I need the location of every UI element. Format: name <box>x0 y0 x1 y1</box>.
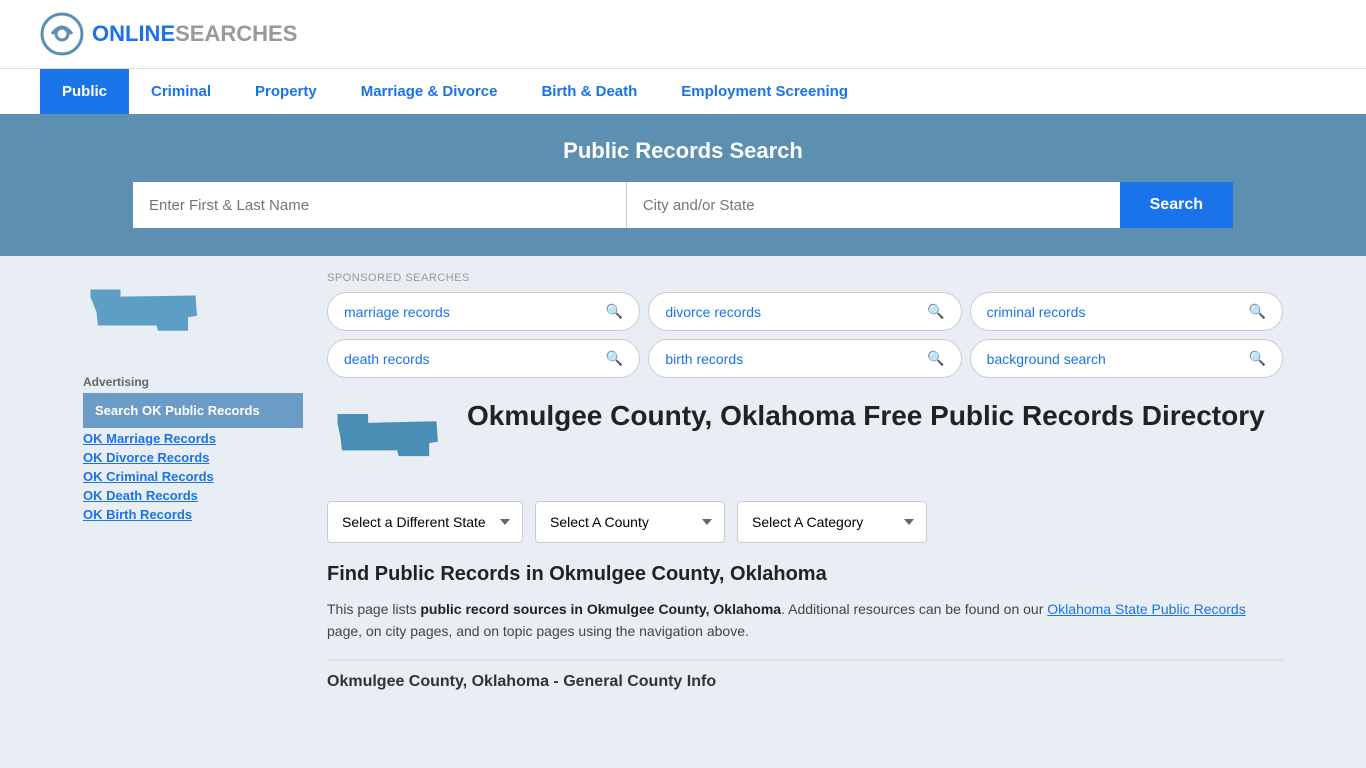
pill-criminal[interactable]: criminal records 🔍 <box>970 292 1283 331</box>
search-button[interactable]: Search <box>1120 182 1233 228</box>
logo-text: ONLINESEARCHES <box>92 21 297 47</box>
hero-title: Public Records Search <box>40 138 1326 164</box>
header: ONLINESEARCHES <box>0 0 1366 68</box>
nav-marriage-divorce[interactable]: Marriage & Divorce <box>339 69 520 114</box>
nav-criminal[interactable]: Criminal <box>129 69 233 114</box>
nav-employment[interactable]: Employment Screening <box>659 69 870 114</box>
ok-records-link[interactable]: Oklahoma State Public Records <box>1047 601 1245 617</box>
sponsored-label: SPONSORED SEARCHES <box>327 272 1283 284</box>
page-title-section: Okmulgee County, Oklahoma Free Public Re… <box>327 398 1283 481</box>
sidebar-links: OK Marriage Records OK Divorce Records O… <box>83 430 303 523</box>
state-dropdown[interactable]: Select a Different State <box>327 501 523 543</box>
logo[interactable]: ONLINESEARCHES <box>40 12 297 56</box>
search-bar: Search <box>133 182 1233 228</box>
pill-criminal-text: criminal records <box>987 304 1086 320</box>
pill-divorce[interactable]: divorce records 🔍 <box>648 292 961 331</box>
county-dropdown[interactable]: Select A County <box>535 501 725 543</box>
search-icon-6: 🔍 <box>1249 350 1266 367</box>
pill-birth[interactable]: birth records 🔍 <box>648 339 961 378</box>
county-info-heading: Okmulgee County, Oklahoma - General Coun… <box>327 659 1283 691</box>
content-area: SPONSORED SEARCHES marriage records 🔍 di… <box>327 272 1283 691</box>
pill-marriage-text: marriage records <box>344 304 450 320</box>
pill-marriage[interactable]: marriage records 🔍 <box>327 292 640 331</box>
search-icon-1: 🔍 <box>606 303 623 320</box>
nav-property[interactable]: Property <box>233 69 339 114</box>
pill-background-text: background search <box>987 351 1106 367</box>
page-title: Okmulgee County, Oklahoma Free Public Re… <box>467 398 1265 433</box>
section-heading: Find Public Records in Okmulgee County, … <box>327 563 1283 586</box>
sidebar-link-criminal[interactable]: OK Criminal Records <box>83 468 303 485</box>
nav-public[interactable]: Public <box>40 69 129 114</box>
category-dropdown[interactable]: Select A Category <box>737 501 927 543</box>
hero-section: Public Records Search Search <box>0 114 1366 256</box>
main-nav: Public Criminal Property Marriage & Divo… <box>0 68 1366 114</box>
search-icon-3: 🔍 <box>1249 303 1266 320</box>
advertising-label: Advertising <box>83 375 303 389</box>
pill-birth-text: birth records <box>665 351 743 367</box>
description-text: This page lists public record sources in… <box>327 598 1283 643</box>
location-input[interactable] <box>627 182 1120 228</box>
sidebar: Advertising Search OK Public Records OK … <box>83 272 303 691</box>
search-icon-5: 🔍 <box>927 350 944 367</box>
nav-birth-death[interactable]: Birth & Death <box>519 69 659 114</box>
logo-icon <box>40 12 84 56</box>
sidebar-link-divorce[interactable]: OK Divorce Records <box>83 449 303 466</box>
sidebar-link-marriage[interactable]: OK Marriage Records <box>83 430 303 447</box>
pill-death[interactable]: death records 🔍 <box>327 339 640 378</box>
sidebar-link-death[interactable]: OK Death Records <box>83 487 303 504</box>
content-state-map <box>327 398 447 481</box>
main-container: Advertising Search OK Public Records OK … <box>63 256 1303 707</box>
ok-state-map <box>83 272 303 355</box>
pill-divorce-text: divorce records <box>665 304 761 320</box>
sidebar-ad-box[interactable]: Search OK Public Records <box>83 393 303 428</box>
pill-background[interactable]: background search 🔍 <box>970 339 1283 378</box>
sidebar-link-birth[interactable]: OK Birth Records <box>83 506 303 523</box>
pill-death-text: death records <box>344 351 430 367</box>
search-icon-2: 🔍 <box>927 303 944 320</box>
search-icon-4: 🔍 <box>606 350 623 367</box>
dropdowns: Select a Different State Select A County… <box>327 501 1283 543</box>
search-pills: marriage records 🔍 divorce records 🔍 cri… <box>327 292 1283 378</box>
name-input[interactable] <box>133 182 627 228</box>
